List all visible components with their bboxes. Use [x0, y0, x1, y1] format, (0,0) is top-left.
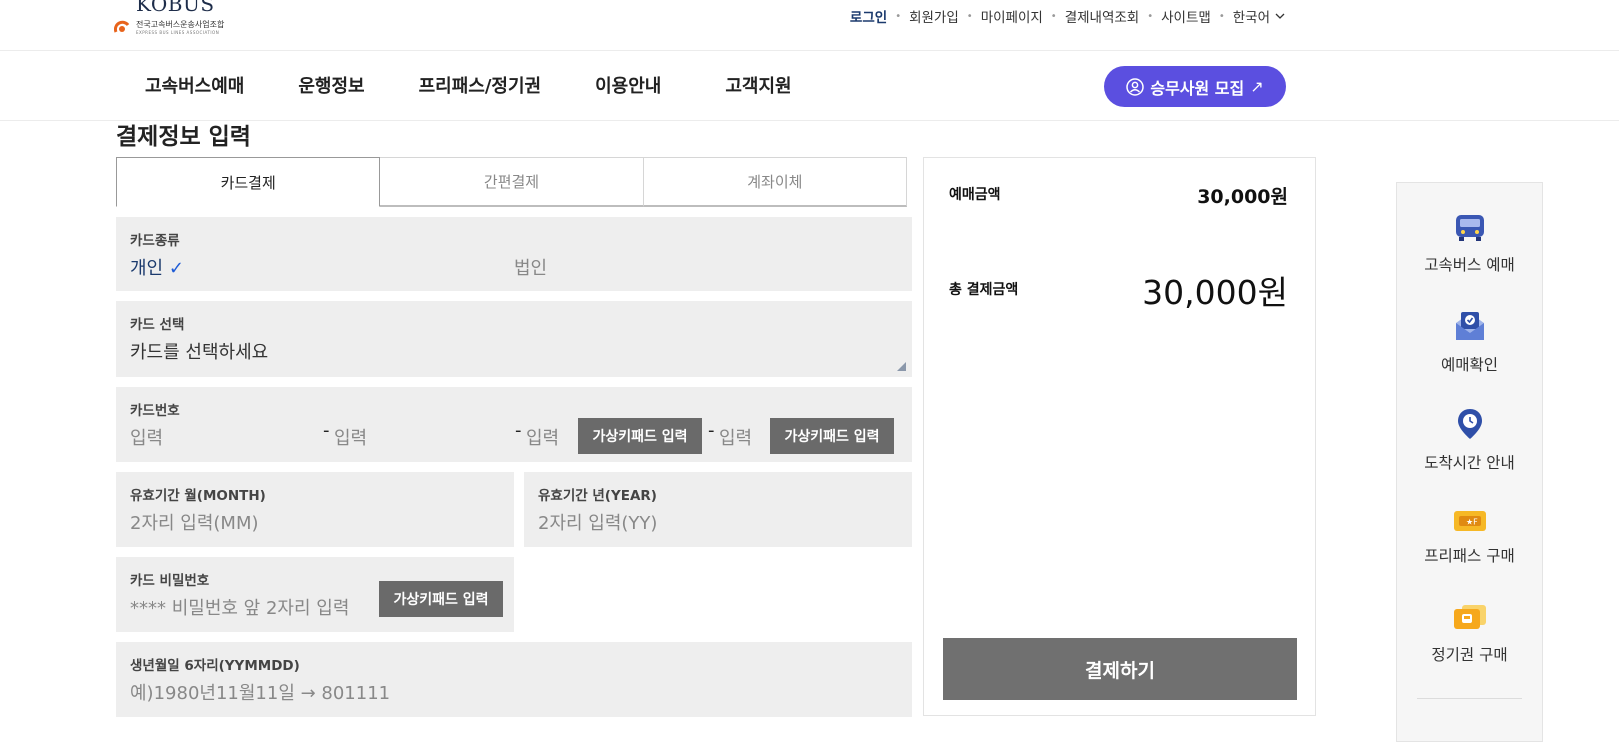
quick-item-label: 프리패스 구매 — [1424, 547, 1515, 565]
card-password-label: 카드 비밀번호 — [130, 573, 210, 589]
card-number-separator: - — [515, 420, 522, 441]
chevron-down-icon[interactable] — [1275, 11, 1285, 21]
utility-links: 로그인 • 회원가입 • 마이페이지 • 결제내역조회 • 사이트맵 • 한국어 — [850, 6, 1285, 26]
payment-summary: 예매금액 30,000원 총 결제금액 30,000원 결제하기 — [923, 157, 1316, 716]
expiry-month-label: 유효기간 월(MONTH) — [130, 488, 266, 504]
check-icon: ✓ — [168, 258, 184, 279]
personal-label: 개인 — [130, 258, 164, 279]
card-number-input-1[interactable]: 입력 — [130, 424, 163, 450]
card-type-label: 카드종류 — [130, 233, 180, 249]
nav-item-support[interactable]: 고객지원 — [725, 72, 791, 98]
signup-link[interactable]: 회원가입 — [909, 6, 959, 26]
sitemap-link[interactable]: 사이트맵 — [1161, 6, 1211, 26]
card-number-field: 카드번호 입력 - 입력 - 입력 가상키패드 입력 - 입력 가상키패드 입력 — [116, 387, 912, 462]
kobus-logo[interactable]: KOBUS 전국고속버스운송사업조합 EXPRESS BUS LINES ASS… — [114, 0, 224, 40]
card-number-input-2[interactable]: 입력 — [334, 424, 367, 450]
virtual-keypad-button-password[interactable]: 가상키패드 입력 — [379, 581, 503, 617]
expiry-year-field: 유효기간 년(YEAR) 2자리 입력(YY) — [524, 472, 912, 547]
logo-text: KOBUS — [136, 0, 215, 16]
quick-item-bus-reservation[interactable]: 고속버스 예매 — [1397, 213, 1542, 275]
pay-button[interactable]: 결제하기 — [943, 638, 1297, 700]
separator-dot: • — [1147, 10, 1154, 22]
card-number-separator: - — [323, 420, 330, 441]
header-divider — [0, 50, 1619, 51]
person-icon — [1126, 77, 1145, 96]
freepass-ticket-icon: ★F — [1453, 511, 1486, 531]
resize-handle-icon[interactable] — [897, 362, 906, 371]
quick-menu: 고속버스 예매 예매확인 도착시간 안내 ★F 프리패스 구매 정기권 구매 — [1396, 182, 1543, 742]
logo-org: 전국고속버스운송사업조합 — [136, 20, 225, 29]
total-label: 총 결제금액 — [949, 282, 1019, 298]
card-password-input[interactable]: **** 비밀번호 앞 2자리 입력 — [130, 594, 349, 620]
card-number-input-4[interactable]: 입력 — [719, 424, 752, 450]
external-link-icon: ↗ — [1250, 77, 1264, 96]
expiry-year-input[interactable]: 2자리 입력(YY) — [538, 509, 657, 535]
card-number-label: 카드번호 — [130, 403, 180, 419]
separator-dot: • — [1050, 10, 1057, 22]
birth-date-label: 생년월일 6자리(YYMMDD) — [130, 658, 300, 674]
page-title: 결제정보 입력 — [116, 124, 251, 150]
nav-item-freepass[interactable]: 프리패스/정기권 — [419, 72, 542, 98]
location-clock-icon — [1457, 409, 1482, 439]
card-number-separator: - — [708, 420, 715, 441]
quick-menu-divider — [1417, 698, 1522, 699]
card-select-value[interactable]: 카드를 선택하세요 — [130, 338, 268, 364]
quick-item-freepass[interactable]: ★F 프리패스 구매 — [1397, 508, 1542, 566]
nav-item-operation-info[interactable]: 운행정보 — [298, 72, 364, 98]
birth-date-field: 생년월일 6자리(YYMMDD) 예)1980년11월11일 → 801111 — [116, 642, 912, 717]
quick-item-reservation-check[interactable]: 예매확인 — [1397, 309, 1542, 375]
ticket-check-icon — [1455, 312, 1484, 340]
card-type-corporate-option[interactable]: 법인 — [514, 254, 547, 280]
logo-org-en: EXPRESS BUS LINES ASSOCIATION — [136, 30, 220, 35]
virtual-keypad-button-4[interactable]: 가상키패드 입력 — [770, 418, 894, 454]
fare-label: 예매금액 — [949, 187, 1001, 203]
separator-dot: • — [895, 10, 902, 22]
payment-history-link[interactable]: 결제내역조회 — [1065, 6, 1140, 26]
expiry-month-input[interactable]: 2자리 입력(MM) — [130, 509, 259, 535]
expiry-year-label: 유효기간 년(YEAR) — [538, 488, 657, 504]
separator-dot: • — [966, 10, 973, 22]
season-ticket-icon — [1453, 605, 1486, 629]
mypage-link[interactable]: 마이페이지 — [981, 6, 1043, 26]
quick-item-label: 도착시간 안내 — [1424, 454, 1515, 472]
language-select[interactable]: 한국어 — [1233, 6, 1270, 26]
card-select-label: 카드 선택 — [130, 317, 185, 333]
quick-item-season-ticket[interactable]: 정기권 구매 — [1397, 603, 1542, 665]
tab-card-payment[interactable]: 카드결제 — [116, 157, 381, 207]
logo-mark-icon — [114, 20, 130, 33]
virtual-keypad-button-3[interactable]: 가상키패드 입력 — [578, 418, 702, 454]
fare-value: 30,000원 — [1197, 186, 1288, 208]
nav-item-guide[interactable]: 이용안내 — [595, 72, 661, 98]
recruit-button[interactable]: 승무사원 모집 ↗ — [1104, 66, 1286, 107]
login-link[interactable]: 로그인 — [850, 6, 887, 26]
card-password-field: 카드 비밀번호 **** 비밀번호 앞 2자리 입력 가상키패드 입력 — [116, 557, 514, 632]
birth-date-input[interactable]: 예)1980년11월11일 → 801111 — [130, 679, 390, 705]
payment-method-tabs: 카드결제 간편결제 계좌이체 — [116, 157, 907, 207]
svg-text:★F: ★F — [1466, 518, 1478, 527]
card-number-input-3[interactable]: 입력 — [526, 424, 559, 450]
quick-item-arrival-time[interactable]: 도착시간 안내 — [1397, 407, 1542, 473]
quick-item-label: 고속버스 예매 — [1424, 256, 1515, 274]
card-select-field[interactable]: 카드 선택 카드를 선택하세요 — [116, 301, 912, 377]
main-nav: 고속버스예매 운행정보 프리패스/정기권 이용안내 고객지원 — [145, 72, 792, 98]
quick-item-label: 예매확인 — [1440, 356, 1499, 374]
card-type-field: 카드종류 개인 ✓ 법인 — [116, 217, 912, 291]
quick-item-label: 정기권 구매 — [1431, 646, 1508, 664]
total-value: 30,000원 — [1142, 273, 1288, 312]
expiry-month-field: 유효기간 월(MONTH) 2자리 입력(MM) — [116, 472, 514, 547]
card-type-personal-option[interactable]: 개인 ✓ — [130, 254, 184, 280]
bus-icon — [1455, 215, 1484, 241]
recruit-label: 승무사원 모집 — [1150, 78, 1245, 98]
nav-item-reservation[interactable]: 고속버스예매 — [145, 72, 244, 98]
separator-dot: • — [1218, 10, 1225, 22]
tab-easy-payment[interactable]: 간편결제 — [380, 157, 644, 207]
tab-bank-transfer[interactable]: 계좌이체 — [643, 157, 907, 207]
